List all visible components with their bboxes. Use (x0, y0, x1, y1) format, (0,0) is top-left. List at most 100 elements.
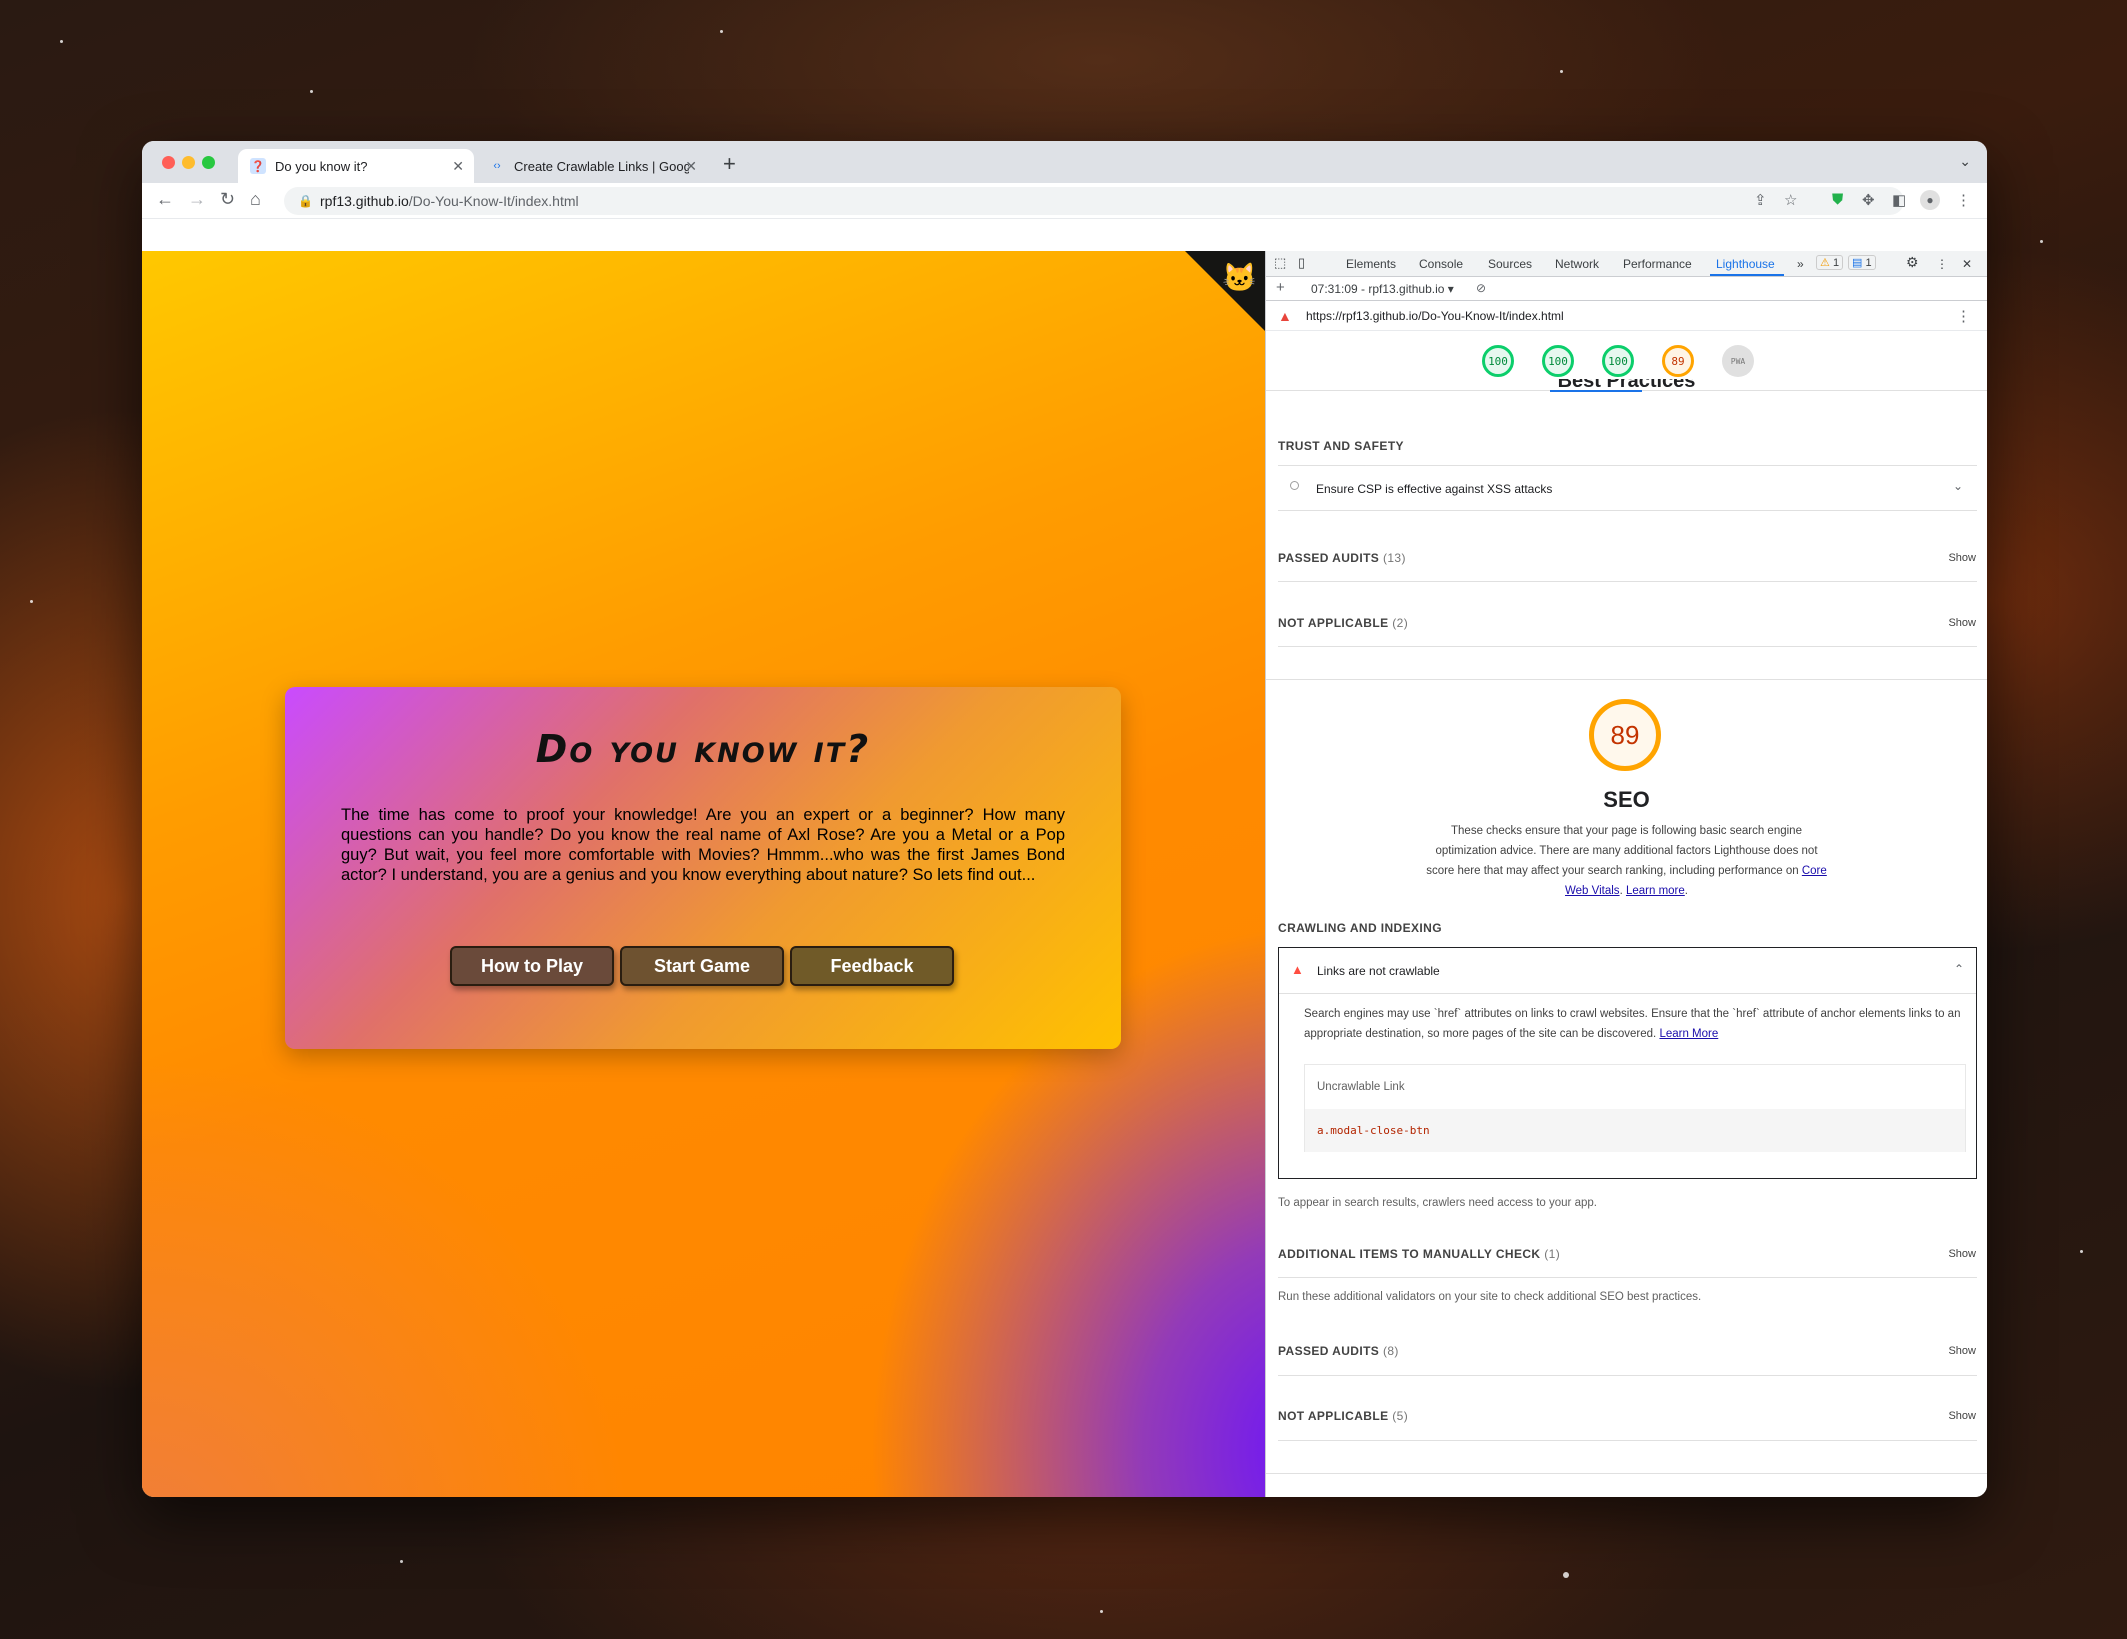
side-panel-icon[interactable]: ◧ (1892, 191, 1906, 209)
new-tab-button[interactable]: + (723, 151, 736, 177)
inspect-element-icon[interactable]: ⬚ (1274, 255, 1286, 271)
seo-passed-show-button[interactable]: Show (1948, 1345, 1976, 1357)
pwa-gauge[interactable]: PWA (1722, 345, 1754, 377)
devtools-menu-icon[interactable]: ⋮ (1936, 257, 1948, 271)
url-path: /Do-You-Know-It/index.html (408, 193, 579, 209)
tab-search-chevron-icon[interactable]: ⌄ (1959, 153, 1971, 170)
warning-icon: ⚠ (1820, 257, 1830, 269)
close-window-button[interactable] (162, 156, 175, 169)
home-icon[interactable]: ⌂ (250, 189, 261, 210)
performance-gauge[interactable]: 100 (1482, 345, 1514, 377)
lighthouse-toolbar: + 07:31:09 - rpf13.github.io ▾ ⊘ (1266, 277, 1987, 301)
tab-do-you-know-it[interactable]: ❓ Do you know it? ✕ (238, 149, 474, 183)
bp-na-show-button[interactable]: Show (1948, 617, 1976, 629)
start-game-button[interactable]: Start Game (620, 946, 784, 986)
bookmark-star-icon[interactable]: ☆ (1784, 191, 1797, 209)
bp-not-applicable-label[interactable]: NOT APPLICABLE (2) (1278, 616, 1408, 630)
crawl-audit-title: Links are not crawlable (1317, 964, 1440, 978)
bp-passed-show-button[interactable]: Show (1948, 552, 1976, 564)
star (30, 600, 33, 603)
address-bar[interactable]: 🔒 rpf13.github.io/Do-You-Know-It/index.h… (284, 187, 1904, 215)
messages-badge[interactable]: ▤ 1 (1848, 255, 1876, 270)
how-to-play-button[interactable]: How to Play (450, 946, 614, 986)
manual-check-label[interactable]: ADDITIONAL ITEMS TO MANUALLY CHECK (1) (1278, 1247, 1560, 1261)
settings-gear-icon[interactable]: ⚙ (1906, 254, 1919, 271)
manual-label-text: ADDITIONAL ITEMS TO MANUALLY CHECK (1278, 1247, 1541, 1261)
share-icon[interactable]: ⇪ (1754, 191, 1767, 209)
uncrawlable-link-row: a.modal-close-btn (1305, 1109, 1965, 1152)
crawlable-links-audit: ▲ Links are not crawlable ⌃ Search engin… (1278, 947, 1977, 1179)
report-menu-icon[interactable]: ⋮ (1956, 307, 1971, 325)
report-url: https://rpf13.github.io/Do-You-Know-It/i… (1306, 309, 1564, 323)
manual-count: (1) (1544, 1247, 1561, 1261)
more-tabs-icon[interactable]: » (1797, 257, 1804, 271)
intro-card: Do you know it? The time has come to pro… (285, 687, 1121, 1049)
star (1563, 1572, 1569, 1578)
new-report-icon[interactable]: + (1276, 279, 1285, 296)
crawl-learn-more-link[interactable]: Learn More (1659, 1028, 1718, 1040)
back-icon[interactable]: ← (156, 189, 174, 210)
informative-circle-icon (1290, 481, 1299, 490)
seo-desc-sep: . (1619, 885, 1623, 897)
reload-icon[interactable]: ↻ (220, 189, 235, 210)
star (60, 40, 63, 43)
tab-network[interactable]: Network (1555, 257, 1599, 271)
csp-audit-row[interactable]: Ensure CSP is effective against XSS atta… (1278, 465, 1977, 511)
collapse-chevron-icon[interactable]: ⌃ (1954, 962, 1964, 976)
bp-passed-label-text: PASSED AUDITS (1278, 551, 1380, 565)
uncrawlable-links-table: Uncrawlable Link a.modal-close-btn (1304, 1064, 1966, 1152)
minimize-window-button[interactable] (182, 156, 195, 169)
clear-reports-icon[interactable]: ⊘ (1476, 281, 1486, 295)
tab-elements[interactable]: Elements (1346, 257, 1396, 271)
star (720, 30, 723, 33)
zoom-window-button[interactable] (202, 156, 215, 169)
extensions-puzzle-icon[interactable]: ✥ (1862, 191, 1875, 209)
seo-not-applicable-label[interactable]: NOT APPLICABLE (5) (1278, 1409, 1408, 1423)
seo-passed-audits-label[interactable]: PASSED AUDITS (8) (1278, 1344, 1399, 1358)
bp-passed-audits-label[interactable]: PASSED AUDITS (13) (1278, 551, 1406, 565)
accessibility-gauge[interactable]: 100 (1542, 345, 1574, 377)
tab-console[interactable]: Console (1419, 257, 1463, 271)
manual-show-button[interactable]: Show (1948, 1248, 1976, 1260)
tab-title: Do you know it? (275, 158, 368, 174)
browser-toolbar: ← → ↻ ⌂ 🔒 rpf13.github.io/Do-You-Know-It… (142, 183, 1987, 219)
seo-gauge[interactable]: 89 (1662, 345, 1694, 377)
trust-and-safety-label: TRUST AND SAFETY (1278, 439, 1404, 453)
seo-na-show-button[interactable]: Show (1948, 1410, 1976, 1422)
close-devtools-icon[interactable]: ✕ (1962, 257, 1972, 271)
seo-desc-end: . (1684, 885, 1688, 897)
report-select[interactable]: 07:31:09 - rpf13.github.io ▾ (1311, 282, 1454, 296)
warnings-badge[interactable]: ⚠ 1 (1816, 255, 1844, 270)
shield-extension-icon[interactable]: ⛊ (1832, 191, 1843, 208)
tab-performance[interactable]: Performance (1623, 257, 1692, 271)
device-toolbar-icon[interactable]: ▯ (1298, 255, 1305, 271)
report-url-row: ▲ https://rpf13.github.io/Do-You-Know-It… (1266, 301, 1987, 331)
tab-create-crawlable-links[interactable]: ‹› Create Crawlable Links | Googl ✕ (477, 149, 707, 183)
category-divider (1266, 1473, 1987, 1474)
divider (1278, 646, 1977, 647)
feedback-button[interactable]: Feedback (790, 946, 954, 986)
tab-lighthouse[interactable]: Lighthouse (1716, 257, 1775, 271)
page-title: Do you know it? (535, 727, 871, 771)
seo-na-count: (5) (1392, 1409, 1409, 1423)
crawl-audit-header[interactable]: ▲ Links are not crawlable ⌃ (1279, 948, 1976, 994)
github-octocat-icon[interactable]: 🐱 (1222, 261, 1257, 294)
tab-sources[interactable]: Sources (1488, 257, 1532, 271)
close-tab-icon[interactable]: ✕ (452, 158, 464, 175)
seo-learn-more-link[interactable]: Learn more (1626, 885, 1685, 897)
seo-passed-label-text: PASSED AUDITS (1278, 1344, 1380, 1358)
expand-chevron-icon[interactable]: ⌄ (1953, 479, 1963, 493)
seo-desc-text: These checks ensure that your page is fo… (1426, 825, 1818, 877)
uncrawlable-link-value: a.modal-close-btn (1317, 1124, 1430, 1137)
forward-icon[interactable]: → (188, 189, 206, 210)
bp-na-label-text: NOT APPLICABLE (1278, 616, 1389, 630)
crawl-note: To appear in search results, crawlers ne… (1278, 1197, 1597, 1209)
browser-menu-icon[interactable]: ⋮ (1956, 191, 1971, 209)
profile-avatar-icon[interactable]: ● (1920, 190, 1940, 210)
crawl-audit-description: Search engines may use `href` attributes… (1304, 1004, 1962, 1044)
star (1100, 1610, 1103, 1613)
tab-strip: ❓ Do you know it? ✕ ‹› Create Crawlable … (142, 141, 1987, 183)
best-practices-gauge[interactable]: 100 (1602, 345, 1634, 377)
page-viewport: 🐱 Do you know it? The time has come to p… (142, 251, 1265, 1497)
close-tab-icon[interactable]: ✕ (685, 158, 697, 175)
